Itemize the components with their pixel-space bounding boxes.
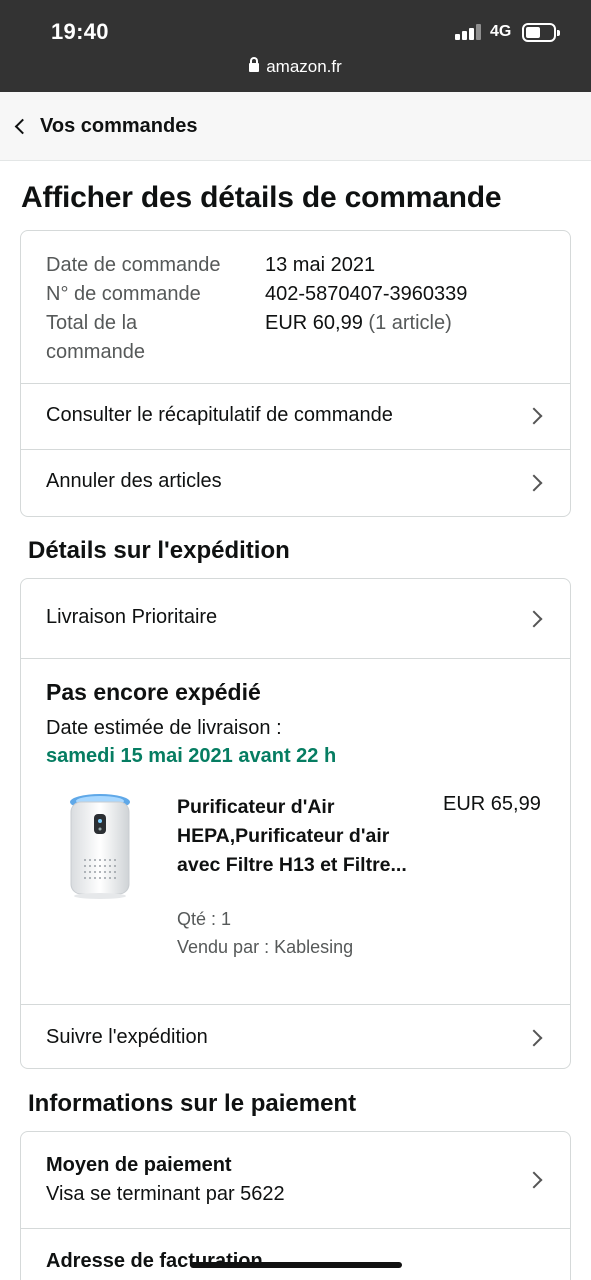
url-bar[interactable]: amazon.fr [0,57,591,77]
battery-icon [522,23,560,42]
view-order-recap-link[interactable]: Consulter le récapitulatif de commande [21,383,570,449]
track-shipment-link[interactable]: Suivre l'expédition [21,1004,570,1068]
view-order-recap-label: Consulter le récapitulatif de commande [46,404,393,426]
delivery-estimate-date: samedi 15 mai 2021 avant 22 h [46,745,337,767]
delivery-method-label: Livraison Prioritaire [46,606,218,628]
order-number-value: 402-5870407-3960339 [265,283,468,305]
product-image[interactable] [65,792,135,902]
order-total-value: EUR 60,99 (1 article) [265,309,452,338]
product-quantity: Qté : 1 [177,909,232,929]
back-label: Vos commandes [40,115,198,137]
shipping-heading: Détails sur l'expédition [28,537,290,564]
chevron-right-icon [525,1029,543,1047]
chevron-right-icon [525,407,543,425]
network-type: 4G [490,23,512,40]
chevron-right-icon [525,474,543,492]
order-total-label: Total de la commande [46,312,145,363]
cancel-items-link[interactable]: Annuler des articles [21,449,570,516]
chevron-right-icon [525,1171,543,1189]
track-shipment-label: Suivre l'expédition [46,1026,208,1048]
payment-card: Moyen de paiement Visa se terminant par … [20,1131,571,1280]
order-total-amount: EUR 60,99 [265,312,363,334]
delivery-estimate-label: Date estimée de livraison : [46,717,282,739]
lock-icon [249,57,260,72]
payment-method-desc: Visa se terminant par 5622 [46,1183,285,1205]
payment-heading: Informations sur le paiement [28,1090,357,1117]
product-price: EUR 65,99 [443,793,541,815]
order-summary-card: Date de commande 13 mai 2021 N° de comma… [20,230,571,517]
order-item-count: (1 article) [368,312,452,334]
payment-method-title: Moyen de paiement [46,1154,232,1176]
shipment-status: Pas encore expédié [46,679,261,705]
product-seller: Vendu par : Kablesing [177,937,354,957]
order-number-label: N° de commande [46,283,201,305]
product-title-link[interactable]: Purificateur d'Air HEPA,Purificateur d'a… [177,793,422,880]
shipment-details: Pas encore expédié Date estimée de livra… [21,658,570,1004]
order-date-value: 13 mai 2021 [265,254,376,276]
delivery-method-link[interactable]: Livraison Prioritaire [21,579,570,658]
chevron-left-icon [14,118,31,135]
status-bar: 19:40 4G amazon.fr [0,0,591,92]
home-indicator[interactable] [190,1262,402,1268]
cancel-items-label: Annuler des articles [46,470,222,492]
chevron-right-icon [525,610,543,628]
payment-method-link[interactable]: Moyen de paiement Visa se terminant par … [21,1132,570,1228]
signal-icon [455,24,483,40]
order-date-label: Date de commande [46,254,221,276]
shipping-card: Livraison Prioritaire Pas encore expédié… [20,578,571,1069]
url-text: amazon.fr [266,57,342,76]
back-to-orders-link[interactable]: Vos commandes [0,92,591,161]
status-time: 19:40 [51,19,109,44]
billing-address-section[interactable]: Adresse de facturation [21,1228,570,1280]
page-title: Afficher des détails de commande [21,181,502,214]
